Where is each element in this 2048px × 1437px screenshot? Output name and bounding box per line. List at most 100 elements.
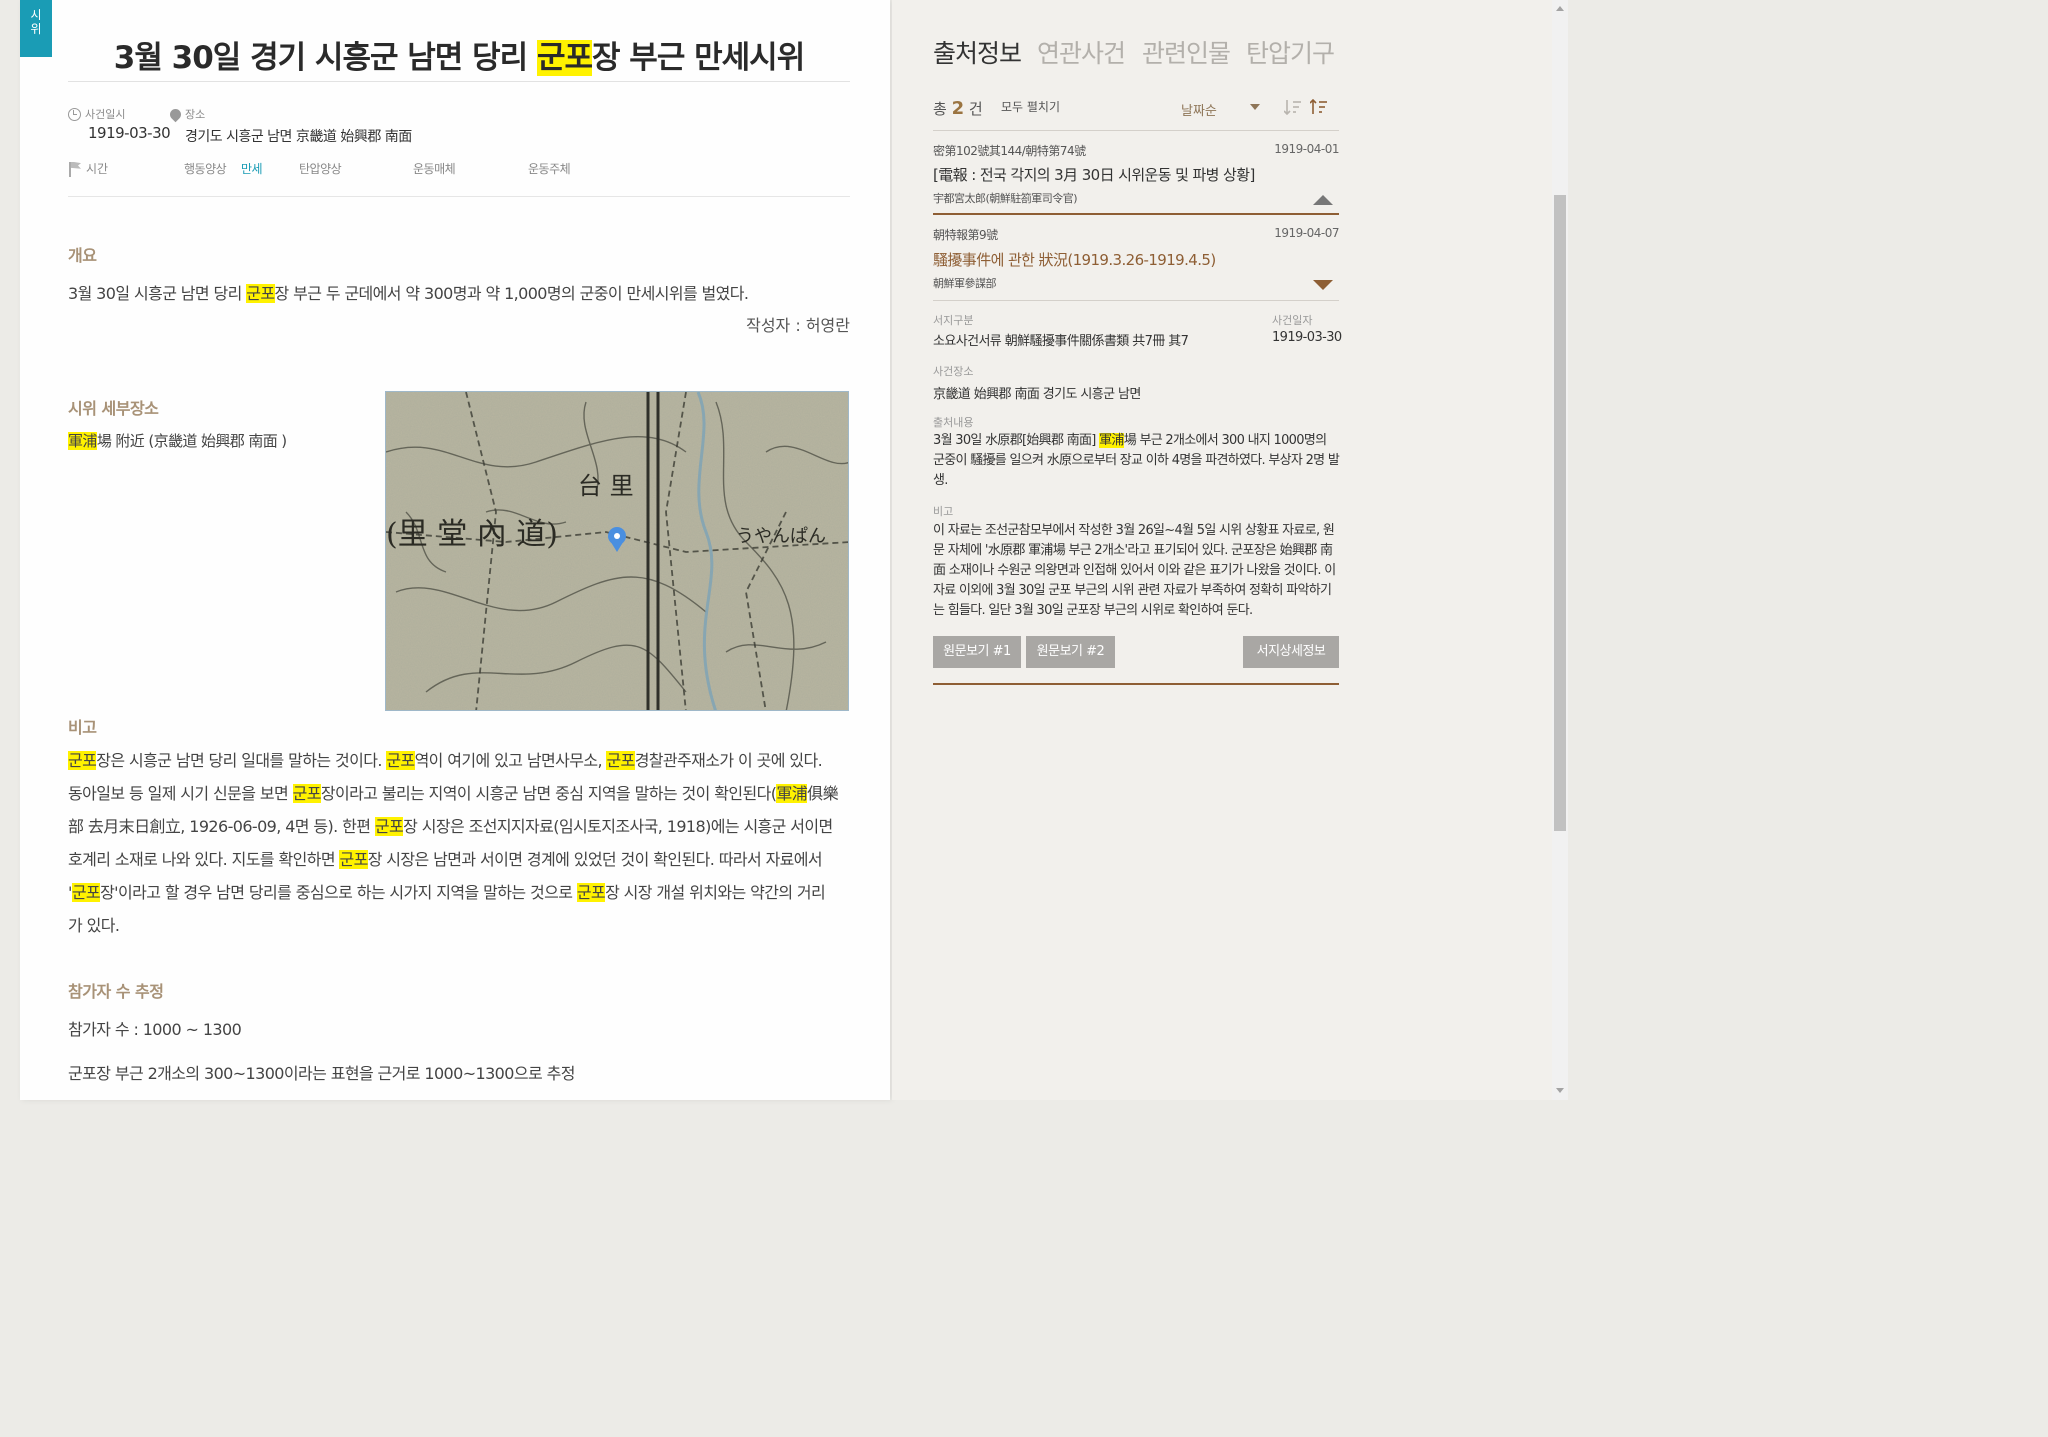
map-label-2: 台 里 <box>578 472 634 500</box>
source-panel: 출처정보 연관사건 관련인물 탄압기구 총 2 건 모두 펼치기 날짜순 密第1… <box>892 0 1552 1100</box>
map-label-1: (里 堂 內 道) <box>386 517 558 552</box>
event-place-value: 京畿道 始興郡 南面 경기도 시흥군 남면 <box>933 387 1141 402</box>
place-detail-text: 軍浦場 附近 (京畿道 始興郡 南面 ) <box>68 430 287 451</box>
content-highlight: 軍浦 <box>1099 433 1124 448</box>
overview-highlight: 군포 <box>246 284 275 303</box>
overview-text-post: 장 부근 두 군데에서 약 300명과 약 1,000명의 군중이 만세시위를 … <box>274 284 749 303</box>
map-image: (里 堂 內 道) 台 里 うやんぱん <box>386 392 848 710</box>
oppression-label: 탄압양상 <box>299 162 342 176</box>
place-detail-text-post: 場 附近 (京畿道 始興郡 南面 ) <box>96 432 287 450</box>
sort-descending-icon[interactable] <box>1310 99 1328 115</box>
remarks-text-segment: 장이라고 불리는 지역이 시흥군 남면 중심 지역을 말하는 것이 확인된다( <box>320 784 777 803</box>
tab-related-events[interactable]: 연관사건 <box>1037 34 1126 70</box>
overview-text-pre: 3월 30일 시흥군 남면 당리 <box>68 284 247 303</box>
location-map[interactable]: (里 堂 內 道) 台 里 うやんぱん <box>385 391 849 711</box>
remarks-highlight: 군포 <box>374 817 404 836</box>
remarks-heading: 비고 <box>68 718 97 737</box>
content-text: 3월 30일 水原郡[始興郡 南面] 軍浦場 부근 2개소에서 300 내지 1… <box>933 431 1341 491</box>
source-2-divider <box>933 300 1339 301</box>
expand-all-button[interactable]: 모두 펼치기 <box>1001 98 1060 115</box>
tab-oppression-agency[interactable]: 탄압기구 <box>1246 34 1335 70</box>
flag-icon <box>68 161 82 177</box>
place-label-text: 장소 <box>185 108 206 121</box>
collapse-arrow-icon[interactable] <box>1313 195 1333 205</box>
bibliography-detail-button[interactable]: 서지상세정보 <box>1243 636 1339 668</box>
tab-related-people[interactable]: 관련인물 <box>1142 34 1231 70</box>
place-detail-heading: 시위 세부장소 <box>68 399 159 418</box>
author-credit: 작성자 : 허영란 <box>746 316 850 335</box>
page-title: 3월 30일 경기 시흥군 남면 당리 군포장 부근 만세시위 <box>68 32 850 77</box>
action-value[interactable]: 만세 <box>241 160 263 177</box>
source-2-code: 朝特報第9號 <box>933 228 998 242</box>
scrollbar-thumb[interactable] <box>1554 195 1566 831</box>
view-original-2-button[interactable]: 원문보기 #2 <box>1026 636 1115 668</box>
source-2-title[interactable]: 騷擾事件에 관한 狀況(1919.3.26-1919.4.5) <box>933 249 1216 270</box>
remarks-highlight: 군포 <box>68 751 97 770</box>
chevron-down-icon[interactable] <box>1250 104 1260 110</box>
remarks-highlight: 군포 <box>292 784 321 803</box>
scroll-up-arrow-icon[interactable] <box>1556 6 1564 11</box>
remarks-highlight: 군포 <box>71 883 101 902</box>
participants-count: 참가자 수 : 1000 ~ 1300 <box>68 1020 242 1039</box>
detail-bottom-divider <box>933 683 1339 685</box>
clock-icon <box>68 107 81 121</box>
remarks-highlight: 軍浦 <box>776 784 808 803</box>
place-detail-highlight: 軍浦 <box>68 432 97 450</box>
participants-heading: 참가자 수 추정 <box>68 982 164 1001</box>
remarks-highlight: 군포 <box>339 850 368 869</box>
overview-text: 3월 30일 시흥군 남면 당리 군포장 부근 두 군데에서 약 300명과 약… <box>68 280 749 304</box>
category-tag-char-1: 시 <box>30 8 42 22</box>
source-2-date: 1919-04-07 <box>1274 226 1339 240</box>
title-text-post: 장 부근 만세시위 <box>592 40 805 76</box>
map-label-3: うやんぱん <box>736 526 826 547</box>
time-label-text: 시간 <box>86 162 109 176</box>
title-highlight: 군포 <box>536 40 593 76</box>
source-2-author: 朝鮮軍參謀部 <box>933 277 997 290</box>
place-label: 장소 <box>167 106 206 122</box>
source-1-code: 密第102號其144/朝特第74號 <box>933 144 1086 158</box>
content-text-pre: 3월 30일 水原郡[始興郡 南面] <box>933 433 1100 448</box>
sort-ascending-icon[interactable] <box>1284 99 1302 115</box>
source-1-divider <box>933 213 1339 215</box>
participants-basis: 군포장 부근 2개소의 300~1300이라는 표현을 근거로 1000~130… <box>68 1064 575 1083</box>
event-detail-page: 시 위 3월 30일 경기 시흥군 남면 당리 군포장 부근 만세시위 사건일시… <box>20 0 890 1100</box>
vertical-scrollbar[interactable] <box>1552 0 1568 1100</box>
title-divider <box>68 81 850 82</box>
doc-type-value: 소요사건서류 朝鮮騷擾事件關係書類 共7冊 其7 <box>933 334 1189 349</box>
source-1-title[interactable]: [電報 : 전국 각지의 3月 30日 시위운동 및 파병 상황] <box>933 164 1255 185</box>
source-1-author: 宇都宮太郎(朝鮮駐箚軍司令官) <box>933 192 1078 205</box>
remarks-text-segment: 역이 여기에 있고 남면사무소, <box>414 751 607 770</box>
time-label: 시간 <box>68 160 108 177</box>
sort-select[interactable]: 날짜순 <box>1181 100 1217 119</box>
location-pin-icon <box>167 106 184 122</box>
date-label: 사건일시 <box>68 106 125 122</box>
action-label: 행동양상 <box>184 162 227 176</box>
category-tag-char-2: 위 <box>30 22 42 36</box>
count-number: 2 <box>951 98 965 119</box>
remarks-highlight: 군포 <box>606 751 635 770</box>
category-tag: 시 위 <box>20 0 52 57</box>
count-suffix: 건 <box>968 100 983 118</box>
result-count: 총 2 건 <box>933 98 983 119</box>
remarks-highlight: 군포 <box>386 751 415 770</box>
place-value: 경기도 시흥군 남면 京畿道 始興郡 南面 <box>185 129 412 145</box>
expand-arrow-icon[interactable] <box>1313 280 1333 290</box>
remarks-text: 군포장은 시흥군 남면 당리 일대를 말하는 것이다. 군포역이 여기에 있고 … <box>68 744 839 942</box>
note-label: 비고 <box>933 505 954 518</box>
subject-label: 운동주체 <box>528 162 571 176</box>
event-place-label: 사건장소 <box>933 365 974 378</box>
view-original-1-button[interactable]: 원문보기 #1 <box>933 636 1021 668</box>
date-value: 1919-03-30 <box>88 124 171 142</box>
scroll-down-arrow-icon[interactable] <box>1556 1088 1564 1093</box>
overview-heading: 개요 <box>68 246 97 265</box>
remarks-text-segment: 장은 시흥군 남면 당리 일대를 말하는 것이다. <box>96 751 387 770</box>
tab-source-info[interactable]: 출처정보 <box>933 34 1022 70</box>
source-1-date: 1919-04-01 <box>1274 142 1339 156</box>
event-date-value: 1919-03-30 <box>1272 330 1342 345</box>
medium-label: 운동매체 <box>413 162 456 176</box>
count-prefix: 총 <box>933 100 947 118</box>
meta-divider <box>68 196 850 197</box>
title-text-pre: 3월 30일 경기 시흥군 남면 당리 <box>113 40 537 76</box>
doc-type-label: 서지구분 <box>933 314 974 327</box>
date-label-text: 사건일시 <box>85 108 126 121</box>
